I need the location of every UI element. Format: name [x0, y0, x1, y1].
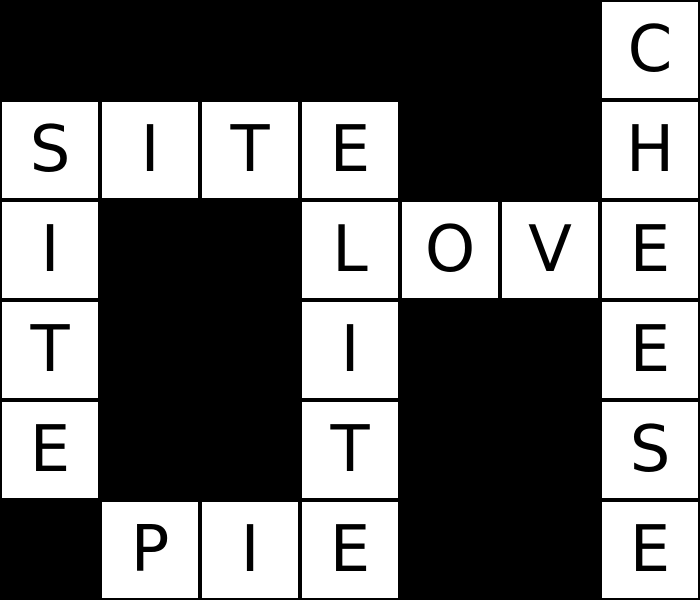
crossword-grid: CSITEHILOVETIEETSPIEE	[0, 0, 700, 600]
crossword-block-cell	[400, 0, 500, 100]
crossword-block-cell	[100, 200, 200, 300]
crossword-letter-cell[interactable]: T	[0, 300, 100, 400]
crossword-letter-cell[interactable]: I	[0, 200, 100, 300]
crossword-letter-cell[interactable]: S	[600, 400, 700, 500]
crossword-letter-cell[interactable]: E	[600, 200, 700, 300]
crossword-block-cell	[500, 500, 600, 600]
crossword-letter-cell[interactable]: E	[600, 300, 700, 400]
crossword-block-cell	[500, 0, 600, 100]
crossword-block-cell	[200, 300, 300, 400]
crossword-letter-cell[interactable]: P	[100, 500, 200, 600]
crossword-block-cell	[0, 500, 100, 600]
crossword-block-cell	[100, 300, 200, 400]
crossword-letter-cell[interactable]: H	[600, 100, 700, 200]
crossword-block-cell	[400, 400, 500, 500]
crossword-letter-cell[interactable]: C	[600, 0, 700, 100]
crossword-letter-cell[interactable]: E	[0, 400, 100, 500]
crossword-letter-cell[interactable]: E	[300, 500, 400, 600]
crossword-block-cell	[500, 400, 600, 500]
crossword-block-cell	[200, 200, 300, 300]
crossword-block-cell	[400, 300, 500, 400]
crossword-block-cell	[100, 400, 200, 500]
crossword-letter-cell[interactable]: O	[400, 200, 500, 300]
crossword-block-cell	[400, 100, 500, 200]
crossword-letter-cell[interactable]: I	[200, 500, 300, 600]
crossword-block-cell	[100, 0, 200, 100]
crossword-block-cell	[200, 0, 300, 100]
crossword-block-cell	[300, 0, 400, 100]
crossword-letter-cell[interactable]: I	[100, 100, 200, 200]
crossword-block-cell	[400, 500, 500, 600]
crossword-letter-cell[interactable]: L	[300, 200, 400, 300]
crossword-letter-cell[interactable]: S	[0, 100, 100, 200]
crossword-letter-cell[interactable]: T	[300, 400, 400, 500]
crossword-letter-cell[interactable]: T	[200, 100, 300, 200]
crossword-block-cell	[500, 100, 600, 200]
crossword-letter-cell[interactable]: E	[600, 500, 700, 600]
crossword-letter-cell[interactable]: I	[300, 300, 400, 400]
crossword-block-cell	[0, 0, 100, 100]
crossword-block-cell	[500, 300, 600, 400]
crossword-letter-cell[interactable]: E	[300, 100, 400, 200]
crossword-letter-cell[interactable]: V	[500, 200, 600, 300]
crossword-block-cell	[200, 400, 300, 500]
